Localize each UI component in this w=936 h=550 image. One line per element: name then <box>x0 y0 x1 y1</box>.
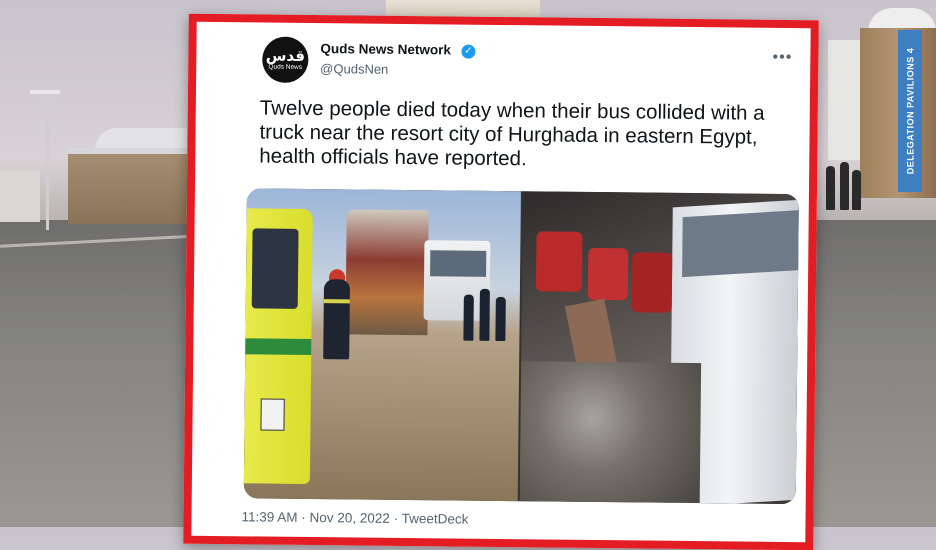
photo-firefighter <box>323 279 351 360</box>
photo-bus-window-strip <box>682 209 799 278</box>
more-options-icon[interactable]: ••• <box>772 49 792 66</box>
photo-red-seat <box>587 247 629 301</box>
tweet-card: قدس Quds News Quds News Network ✓ @QudsN… <box>183 13 819 550</box>
background-building <box>0 170 40 222</box>
media-photo-bus-interior[interactable] <box>519 191 799 505</box>
photo-red-seat <box>535 231 583 292</box>
photo-people-group <box>463 287 514 342</box>
photo-person <box>479 288 490 341</box>
photo-ambulance-stripe <box>245 338 312 356</box>
avatar[interactable]: قدس Quds News <box>262 36 309 83</box>
author-name[interactable]: Quds News Network <box>320 41 451 57</box>
photo-debris <box>519 361 702 504</box>
verified-badge-icon: ✓ <box>461 44 476 59</box>
tweet-media[interactable] <box>243 188 799 505</box>
tweet-content: قدس Quds News Quds News Network ✓ @QudsN… <box>191 22 810 542</box>
avatar-logo-arabic: قدس <box>265 46 306 65</box>
photo-ambulance-window <box>251 228 299 309</box>
background-banner: DELEGATION PAVILIONS 4 <box>898 30 922 192</box>
media-photo-crash-scene[interactable] <box>243 188 521 502</box>
photo-person <box>495 296 506 342</box>
photo-ambulance-plate <box>260 398 285 431</box>
photo-firefighter-stripe <box>323 299 350 304</box>
background-lamp-pole <box>46 94 49 230</box>
author-handle[interactable]: @QudsNen <box>320 61 388 77</box>
background-person <box>840 162 849 210</box>
avatar-logo-english: Quds News <box>268 63 303 71</box>
photo-person <box>463 294 474 341</box>
photo-red-seat <box>631 252 673 313</box>
tweet-text: Twelve people died today when their bus … <box>259 96 765 171</box>
background-banner-text: DELEGATION PAVILIONS 4 <box>905 47 916 175</box>
background-people <box>826 158 866 210</box>
background-person <box>852 170 861 210</box>
photo-bus-windows <box>430 250 487 277</box>
background-lamp-head <box>30 90 60 94</box>
tweet-timestamp[interactable]: 11:39 AM · Nov 20, 2022 · TweetDeck <box>241 509 468 526</box>
photo-wrecked-truck <box>345 209 429 336</box>
background-person <box>826 166 835 210</box>
background-sign-board <box>828 40 862 160</box>
